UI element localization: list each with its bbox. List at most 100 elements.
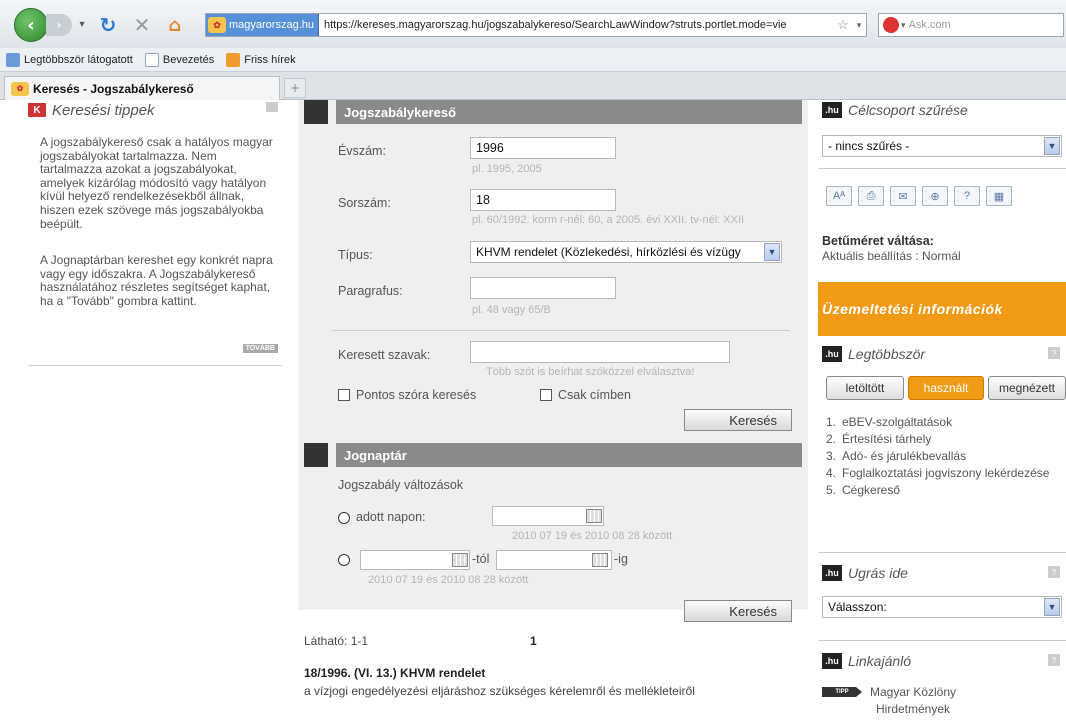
target-group-title: Célcsoport szűrése — [848, 102, 968, 118]
list-item[interactable]: 5. Cégkereső — [826, 482, 1056, 499]
url-text[interactable]: https://kereses.magyarorszag.hu/jogszaba… — [319, 19, 834, 31]
tip-link-text[interactable]: Magyar Közlöny Hirdetmények — [868, 684, 958, 718]
to-suffix: -ig — [614, 552, 628, 566]
site-identity-button[interactable]: ✿ magyarorszag.hu — [206, 14, 319, 36]
type-label: Típus: — [338, 248, 373, 262]
address-bar[interactable]: ✿ magyarorszag.hu https://kereses.magyar… — [205, 13, 867, 37]
paragraph-input[interactable] — [470, 277, 616, 299]
bookmark-most-visited[interactable]: Legtöbbször látogatott — [6, 52, 133, 67]
list-number: 5. — [826, 483, 837, 497]
list-item[interactable]: 1. eBEV-szolgáltatások — [826, 414, 1056, 431]
chevron-down-icon[interactable]: ▼ — [1044, 598, 1060, 616]
list-item[interactable]: 3. Adó- és járulékbevallás — [826, 448, 1056, 465]
font-size-icon[interactable]: Aᴬ — [826, 186, 852, 206]
navigation-toolbar: ‹ › ▾ ↻ ✕ ⌂ ✿ magyarorszag.hu https://ke… — [0, 0, 1066, 48]
divider — [332, 330, 790, 331]
section-marker — [304, 443, 328, 467]
home-icon[interactable]: ⌂ — [162, 13, 188, 37]
chevron-down-icon[interactable]: ▼ — [764, 243, 780, 261]
type-select-value: KHVM rendelet (Közlekedési, hírközlési é… — [476, 245, 741, 259]
hu-logo-icon: .hu — [822, 565, 842, 581]
bookmark-latest-news[interactable]: Friss hírek — [226, 52, 296, 67]
print-icon[interactable]: ⎙ — [858, 186, 884, 206]
bookmark-star-icon[interactable]: ☆ — [834, 17, 852, 33]
title-only-checkbox[interactable]: Csak címben — [540, 388, 631, 402]
help-icon[interactable]: ? — [1048, 654, 1060, 666]
search-bar[interactable]: ▾ Ask.com — [878, 13, 1064, 37]
list-link[interactable]: Foglalkoztatási jogviszony lekérdezése — [842, 465, 1049, 482]
page-number[interactable]: 1 — [530, 634, 537, 648]
email-icon[interactable]: ✉ — [890, 186, 916, 206]
number-input[interactable]: 18 — [470, 189, 616, 211]
reload-icon[interactable]: ↻ — [96, 13, 120, 37]
target-group-select[interactable]: - nincs szűrés - ▼ — [822, 135, 1062, 157]
bookmark-getting-started[interactable]: Bevezetés — [144, 52, 214, 67]
tab-favicon-icon: ✿ — [11, 81, 29, 96]
calendar-header: Jognaptár — [304, 443, 802, 467]
bookmark-label: Legtöbbször látogatott — [24, 53, 133, 66]
checkbox-box[interactable] — [338, 389, 350, 401]
list-number: 1. — [826, 415, 837, 429]
list-link[interactable]: Cégkereső — [842, 482, 900, 499]
url-dropdown-icon[interactable]: ▾ — [852, 20, 866, 31]
divider — [818, 552, 1066, 553]
section-marker — [304, 100, 328, 124]
target-group-header: .hu Célcsoport szűrése — [822, 100, 1062, 120]
number-label: Sorszám: — [338, 196, 391, 210]
calendar-icon[interactable] — [586, 509, 602, 523]
jump-to-title: Ugrás ide — [848, 565, 908, 581]
ask-logo-icon[interactable] — [883, 17, 899, 33]
year-input[interactable]: 1996 — [470, 137, 616, 159]
stop-icon[interactable]: ✕ — [130, 13, 154, 37]
help-icon[interactable]: ? — [1048, 347, 1060, 359]
help-icon[interactable]: ? — [954, 186, 980, 206]
visible-count: Látható: 1-1 — [304, 634, 369, 648]
range-radio[interactable] — [338, 554, 350, 566]
divider — [818, 168, 1066, 169]
type-select[interactable]: KHVM rendelet (Közlekedési, hírközlési é… — [470, 241, 782, 263]
page-icon — [144, 52, 159, 67]
history-dropdown-icon[interactable]: ▾ — [76, 16, 88, 32]
calendar-icon[interactable] — [452, 553, 468, 567]
list-item[interactable]: 2. Értesítési tárhely — [826, 431, 1056, 448]
help-icon[interactable]: ? — [1048, 566, 1060, 578]
law-search-button[interactable]: Keresés — [684, 409, 792, 431]
list-link[interactable]: eBEV-szolgáltatások — [842, 414, 952, 431]
list-item[interactable]: 4. Foglalkoztatási jogviszony lekérdezése — [826, 465, 1056, 482]
tips-paragraph-1: A jogszabálykereső csak a hatályos magya… — [40, 135, 273, 231]
law-changes-label: Jogszabály változások — [338, 478, 464, 492]
tab-used[interactable]: használt — [908, 376, 984, 400]
font-size-current: Aktuális beállítás : Normál — [822, 249, 961, 263]
jump-to-select[interactable]: Válasszon: ▼ — [822, 596, 1062, 618]
tip-link[interactable]: TIPP Magyar Közlöny Hirdetmények — [822, 684, 958, 718]
result-title[interactable]: 18/1996. (VI. 13.) KHVM rendelet — [304, 666, 485, 680]
back-arrow-icon[interactable]: ‹ — [14, 8, 48, 42]
new-tab-button[interactable]: + — [284, 78, 306, 98]
search-tips-box: K Keresési tippek A jogszabálykereső csa… — [28, 100, 282, 366]
calendar-title: Jognaptár — [336, 443, 802, 467]
tab-downloaded[interactable]: letöltött — [826, 376, 904, 400]
from-suffix: -tól — [472, 552, 490, 566]
year-hint: pl. 1995, 2005 — [472, 163, 542, 175]
on-date-radio[interactable] — [338, 512, 350, 524]
bookmark-folder-icon — [6, 52, 20, 67]
sitemap-icon[interactable]: ▦ — [986, 186, 1012, 206]
most-popular-title: Legtöbbször — [848, 346, 926, 362]
tab-strip: ✿ Keresés - Jogszabálykereső + — [0, 72, 1066, 100]
checkbox-box[interactable] — [540, 389, 552, 401]
chevron-down-icon[interactable]: ▼ — [1044, 137, 1060, 155]
minimize-icon[interactable] — [266, 102, 278, 112]
tab-active[interactable]: ✿ Keresés - Jogszabálykereső — [4, 76, 280, 100]
words-input[interactable] — [470, 341, 730, 363]
list-link[interactable]: Értesítési tárhely — [842, 431, 931, 448]
list-link[interactable]: Adó- és járulékbevallás — [842, 448, 966, 465]
calendar-icon[interactable] — [592, 553, 608, 567]
operation-info-banner[interactable]: Üzemeltetési információk — [818, 282, 1066, 336]
exact-word-checkbox[interactable]: Pontos szóra keresés — [338, 388, 476, 402]
bookmark-add-icon[interactable]: ⊕ — [922, 186, 948, 206]
search-engine-dropdown-icon[interactable]: ▾ — [901, 20, 906, 31]
forward-arrow-icon[interactable]: › — [46, 14, 72, 36]
browser-window: ‹ › ▾ ↻ ✕ ⌂ ✿ magyarorszag.hu https://ke… — [0, 0, 1066, 727]
tab-viewed[interactable]: megnézett — [988, 376, 1066, 400]
more-button[interactable]: TOVÁBB — [242, 344, 278, 353]
